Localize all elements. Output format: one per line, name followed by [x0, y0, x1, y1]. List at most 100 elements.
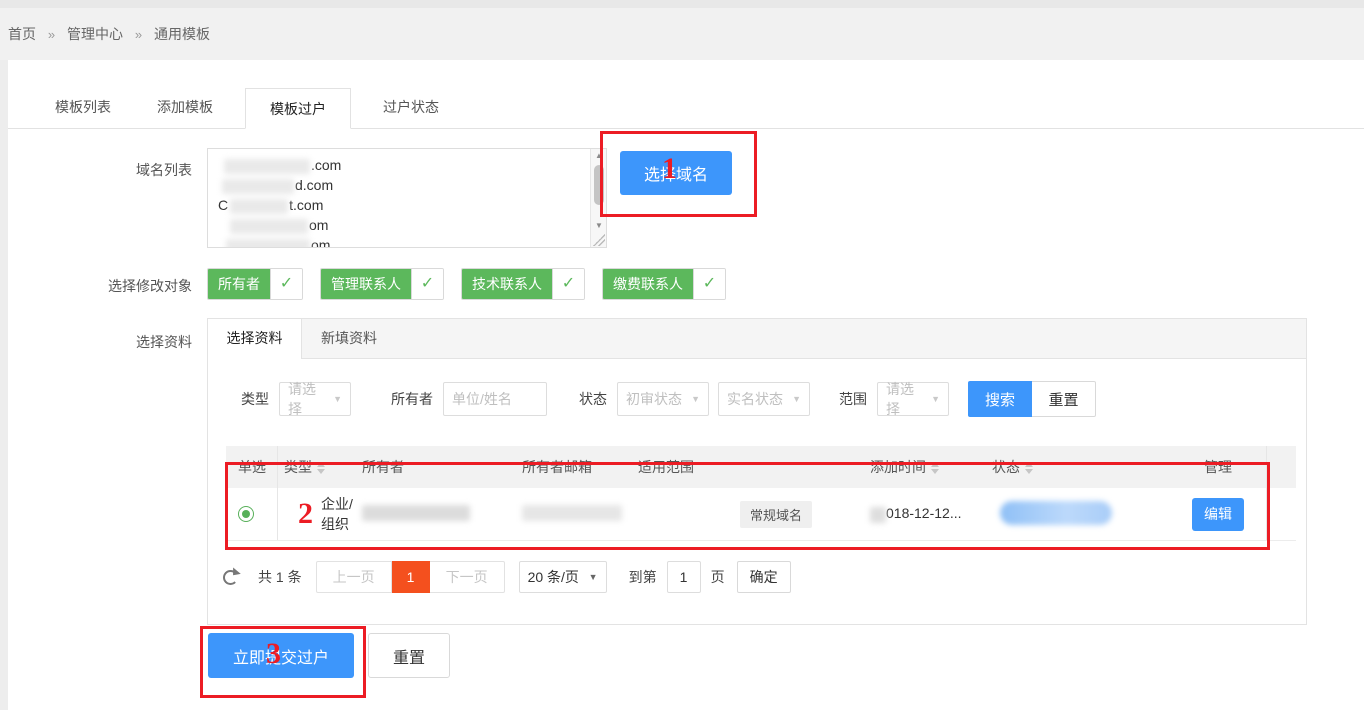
header-add-time[interactable]: 添加时间 — [870, 457, 992, 477]
check-icon: ✓ — [270, 269, 302, 299]
prev-page-button[interactable]: 上一页 — [316, 561, 392, 593]
owner-input[interactable] — [443, 382, 547, 416]
refresh-icon[interactable] — [223, 570, 238, 585]
edit-button[interactable]: 编辑 — [1192, 498, 1244, 531]
submit-transfer-button[interactable]: 立即提交过户 — [208, 633, 354, 678]
domain-list-textarea[interactable]: .com d.com Ct.com om om ▲ ▼ — [207, 148, 607, 248]
scope-tag: 常规域名 — [740, 501, 812, 528]
scope-select-value: 请选择 — [886, 379, 923, 419]
toggle-tech-contact[interactable]: 技术联系人 ✓ — [461, 268, 585, 300]
subtab-new-profile[interactable]: 新填资料 — [302, 319, 396, 358]
redacted-domain — [222, 179, 294, 194]
header-type[interactable]: 类型 — [278, 457, 362, 477]
header-scope: 适用范围 — [638, 457, 870, 477]
toggle-label: 所有者 — [208, 269, 270, 299]
row-type-cell: 2 企业/组织 — [278, 494, 362, 534]
breadcrumb-home[interactable]: 首页 — [8, 26, 36, 42]
main-tabbar: 模板列表 添加模板 模板过户 过户状态 — [8, 60, 1364, 129]
annotation-number-2: 2 — [298, 497, 313, 531]
row-email-cell — [522, 505, 638, 524]
tab-transfer-status[interactable]: 过户状态 — [369, 87, 453, 128]
audit-status-value: 初审状态 — [626, 389, 682, 409]
toggle-admin-contact[interactable]: 管理联系人 ✓ — [320, 268, 444, 300]
owner-filter-label: 所有者 — [391, 389, 433, 409]
toggle-billing-contact[interactable]: 缴费联系人 ✓ — [602, 268, 726, 300]
row-radio-selected[interactable] — [238, 506, 254, 522]
caret-down-icon: ▼ — [333, 394, 342, 404]
redacted-owner — [362, 505, 470, 521]
row-scope-cell: 常规域名 — [638, 501, 870, 528]
tab-add-template[interactable]: 添加模板 — [143, 87, 227, 128]
page-size-select[interactable]: 20 条/页 ▼ — [519, 561, 607, 593]
top-strip — [0, 0, 1364, 8]
sort-icon[interactable] — [931, 462, 939, 474]
left-gutter — [0, 60, 8, 710]
tab-template-list[interactable]: 模板列表 — [41, 87, 125, 128]
type-select-value: 请选择 — [288, 379, 325, 419]
header-radio: 单选 — [226, 446, 278, 488]
type-filter-label: 类型 — [241, 389, 269, 409]
profile-label: 选择资料 — [12, 332, 192, 352]
scroll-down-icon[interactable]: ▼ — [591, 219, 607, 233]
toggle-label: 管理联系人 — [321, 269, 411, 299]
toggle-label: 技术联系人 — [462, 269, 552, 299]
subtab-select-profile[interactable]: 选择资料 — [208, 319, 302, 359]
footer-reset-button[interactable]: 重置 — [368, 633, 450, 678]
modify-target-label: 选择修改对象 — [12, 276, 192, 296]
check-icon: ✓ — [411, 269, 443, 299]
current-page-button[interactable]: 1 — [392, 561, 430, 593]
page-size-value: 20 条/页 — [528, 567, 579, 587]
domain-line: d.com — [218, 175, 586, 195]
scrollbar[interactable]: ▲ ▼ — [590, 149, 606, 247]
breadcrumb-current: 通用模板 — [154, 26, 210, 42]
total-count: 共 1 条 — [258, 567, 302, 587]
goto-confirm-button[interactable]: 确定 — [737, 561, 791, 593]
audit-status-select[interactable]: 初审状态 ▼ — [617, 382, 709, 416]
sort-icon[interactable] — [317, 462, 325, 474]
breadcrumb-band: 首页 » 管理中心 » 通用模板 — [0, 8, 1364, 60]
goto-page-label: 到第 — [629, 567, 657, 587]
table-row[interactable]: 2 企业/组织 常规域名 018-12-12... 编辑 — [226, 488, 1296, 541]
row-type-value: 企业/组织 — [321, 494, 362, 534]
realname-status-select[interactable]: 实名状态 ▼ — [718, 382, 810, 416]
row-tail — [1266, 488, 1296, 540]
row-owner-cell — [362, 505, 522, 524]
pagination: 共 1 条 上一页 1 下一页 20 条/页 ▼ 到第 页 确定 — [223, 561, 791, 593]
scope-select[interactable]: 请选择 ▼ — [877, 382, 949, 416]
domain-line: Ct.com — [218, 195, 586, 215]
header-status[interactable]: 状态 — [992, 457, 1170, 477]
caret-down-icon: ▼ — [931, 394, 940, 404]
tab-template-transfer[interactable]: 模板过户 — [245, 88, 351, 129]
row-manage-cell: 编辑 — [1170, 498, 1266, 531]
goto-page-input[interactable] — [667, 561, 701, 593]
profile-table: 单选 类型 所有者 所有者邮箱 适用范围 添加时间 状态 管理 2 企业/组织 … — [226, 446, 1296, 541]
modify-target-toggles: 所有者 ✓ 管理联系人 ✓ 技术联系人 ✓ 缴费联系人 ✓ — [207, 268, 726, 300]
profile-subtabs: 选择资料 新填资料 — [208, 319, 1306, 359]
breadcrumb-manage-center[interactable]: 管理中心 — [67, 26, 123, 42]
redacted-time-digit — [870, 507, 886, 523]
row-status-cell — [992, 501, 1170, 528]
header-owner-email: 所有者邮箱 — [522, 457, 638, 477]
next-page-button[interactable]: 下一页 — [430, 561, 505, 593]
resize-grip-icon[interactable] — [593, 234, 605, 246]
redacted-domain — [226, 239, 310, 248]
redacted-status-badge — [1000, 501, 1112, 525]
header-manage: 管理 — [1170, 457, 1266, 477]
row-time-value: 018-12-12... — [886, 505, 962, 521]
scrollbar-thumb[interactable] — [594, 165, 604, 205]
breadcrumb-separator: » — [48, 27, 55, 42]
select-domain-button[interactable]: 选择域名 — [620, 151, 732, 195]
scroll-up-icon[interactable]: ▲ — [591, 149, 607, 163]
caret-down-icon: ▼ — [691, 394, 700, 404]
toggle-owner[interactable]: 所有者 ✓ — [207, 268, 303, 300]
sort-icon[interactable] — [1025, 462, 1033, 474]
toggle-label: 缴费联系人 — [603, 269, 693, 299]
filter-reset-button[interactable]: 重置 — [1032, 381, 1096, 417]
row-time-cell: 018-12-12... — [870, 505, 992, 522]
search-button[interactable]: 搜索 — [968, 381, 1032, 417]
domain-lines: .com d.com Ct.com om om — [218, 155, 586, 248]
header-owner: 所有者 — [362, 457, 522, 477]
breadcrumb-separator: » — [135, 27, 142, 42]
type-select[interactable]: 请选择 ▼ — [279, 382, 351, 416]
redacted-domain — [230, 219, 308, 234]
